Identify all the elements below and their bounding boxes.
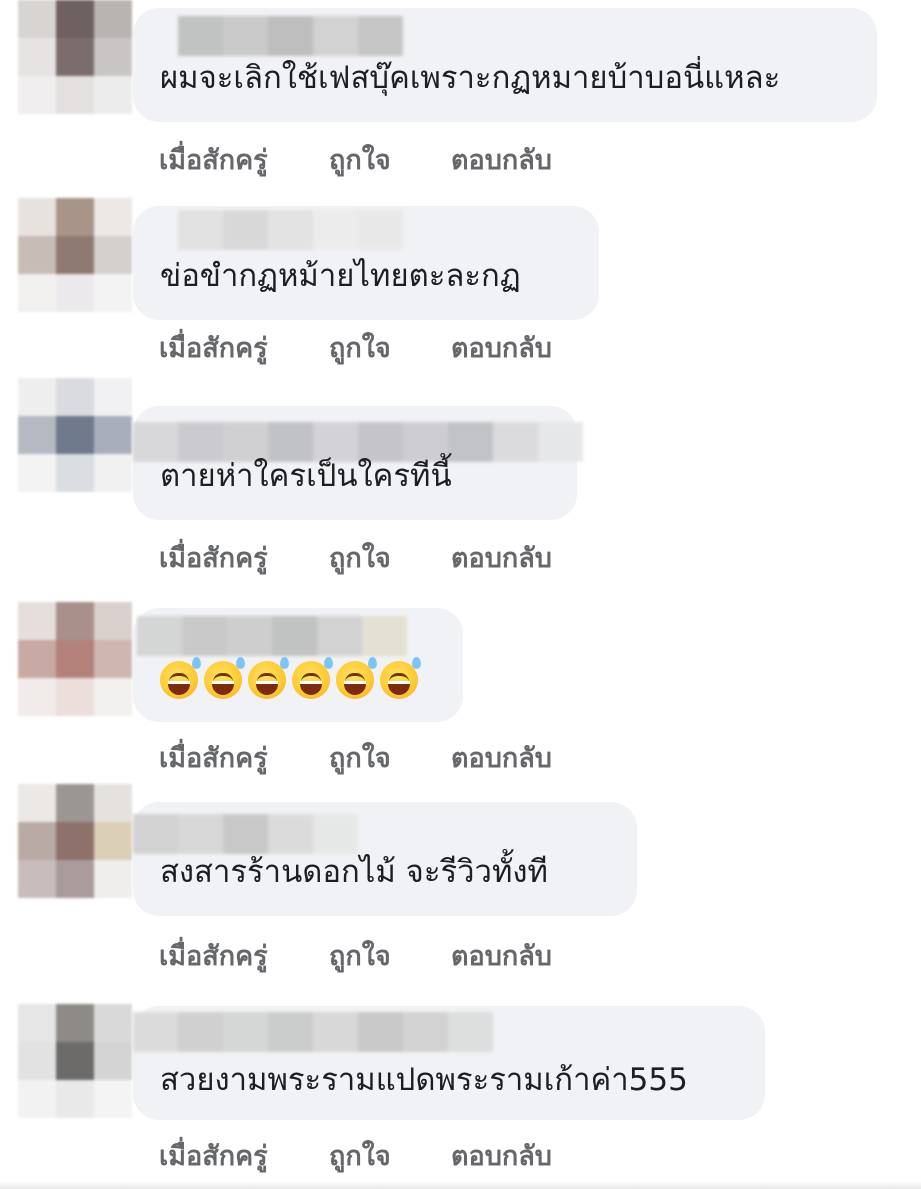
comment-bubble [133,608,463,722]
author-name-blurred[interactable] [178,16,403,56]
comment-text: ตายห่าใครเป็นใครทีนี้ [160,458,452,494]
reply-button[interactable]: ตอบกลับ [451,138,552,181]
comment-actions: เมื่อสักครู่ ถูกใจ ตอบกลับ [159,326,552,369]
comment-text: สวยงามพระรามแปดพระรามเก้าค่า555 [160,1062,688,1098]
divider [0,1181,921,1189]
comment-bubble: ตายห่าใครเป็นใครทีนี้ [133,406,583,520]
author-name-blurred[interactable] [178,210,403,250]
like-button[interactable]: ถูกใจ [329,1134,451,1177]
reply-button[interactable]: ตอบกลับ [451,1134,552,1177]
timestamp-link[interactable]: เมื่อสักครู่ [159,934,329,977]
grinning-sweat-emoji [204,657,245,699]
like-button[interactable]: ถูกใจ [329,934,451,977]
comment-text: ผมจะเลิกใช้เฟสบุ๊คเพราะกฏหมายบ้าบอนี่แหล… [160,60,781,96]
like-button[interactable]: ถูกใจ [329,138,451,181]
timestamp-link[interactable]: เมื่อสักครู่ [159,736,329,779]
reply-button[interactable]: ตอบกลับ [451,934,552,977]
timestamp-link[interactable]: เมื่อสักครู่ [159,1134,329,1177]
grinning-sweat-emoji [248,657,289,699]
emoji-reaction-text [160,657,421,702]
reply-button[interactable]: ตอบกลับ [451,536,552,579]
grinning-sweat-emoji [160,657,201,699]
timestamp-link[interactable]: เมื่อสักครู่ [159,536,329,579]
avatar[interactable] [18,1004,132,1118]
timestamp-link[interactable]: เมื่อสักครู่ [159,138,329,181]
grinning-sweat-emoji [336,657,377,699]
author-name-blurred[interactable] [133,814,358,854]
like-button[interactable]: ถูกใจ [329,326,451,369]
comment-bubble: สงสารร้านดอกไม้ จะรีวิวทั้งที [133,802,637,916]
grinning-sweat-emoji [380,657,421,699]
avatar[interactable] [18,198,132,312]
avatar[interactable] [18,602,132,716]
comment-text: ข่อขำกฏหม้ายไทยตะละกฏ [160,258,521,294]
like-button[interactable]: ถูกใจ [329,736,451,779]
comment-bubble: ผมจะเลิกใช้เฟสบุ๊คเพราะกฏหมายบ้าบอนี่แหล… [133,8,877,122]
like-button[interactable]: ถูกใจ [329,536,451,579]
comment-text: สงสารร้านดอกไม้ จะรีวิวทั้งที [160,854,548,890]
reply-button[interactable]: ตอบกลับ [451,736,552,779]
comment-actions: เมื่อสักครู่ ถูกใจ ตอบกลับ [159,934,552,977]
comment-bubble: สวยงามพระรามแปดพระรามเก้าค่า555 [133,1006,765,1120]
comment-actions: เมื่อสักครู่ ถูกใจ ตอบกลับ [159,536,552,579]
reply-button[interactable]: ตอบกลับ [451,326,552,369]
author-name-blurred[interactable] [137,616,407,656]
grinning-sweat-emoji [292,657,333,699]
avatar[interactable] [18,378,132,492]
author-name-blurred[interactable] [133,1012,493,1052]
comment-bubble: ข่อขำกฏหม้ายไทยตะละกฏ [133,206,599,320]
avatar[interactable] [18,0,132,114]
comment-actions: เมื่อสักครู่ ถูกใจ ตอบกลับ [159,736,552,779]
comment-actions: เมื่อสักครู่ ถูกใจ ตอบกลับ [159,1134,552,1177]
timestamp-link[interactable]: เมื่อสักครู่ [159,326,329,369]
avatar[interactable] [18,784,132,898]
comment-actions: เมื่อสักครู่ ถูกใจ ตอบกลับ [159,138,552,181]
